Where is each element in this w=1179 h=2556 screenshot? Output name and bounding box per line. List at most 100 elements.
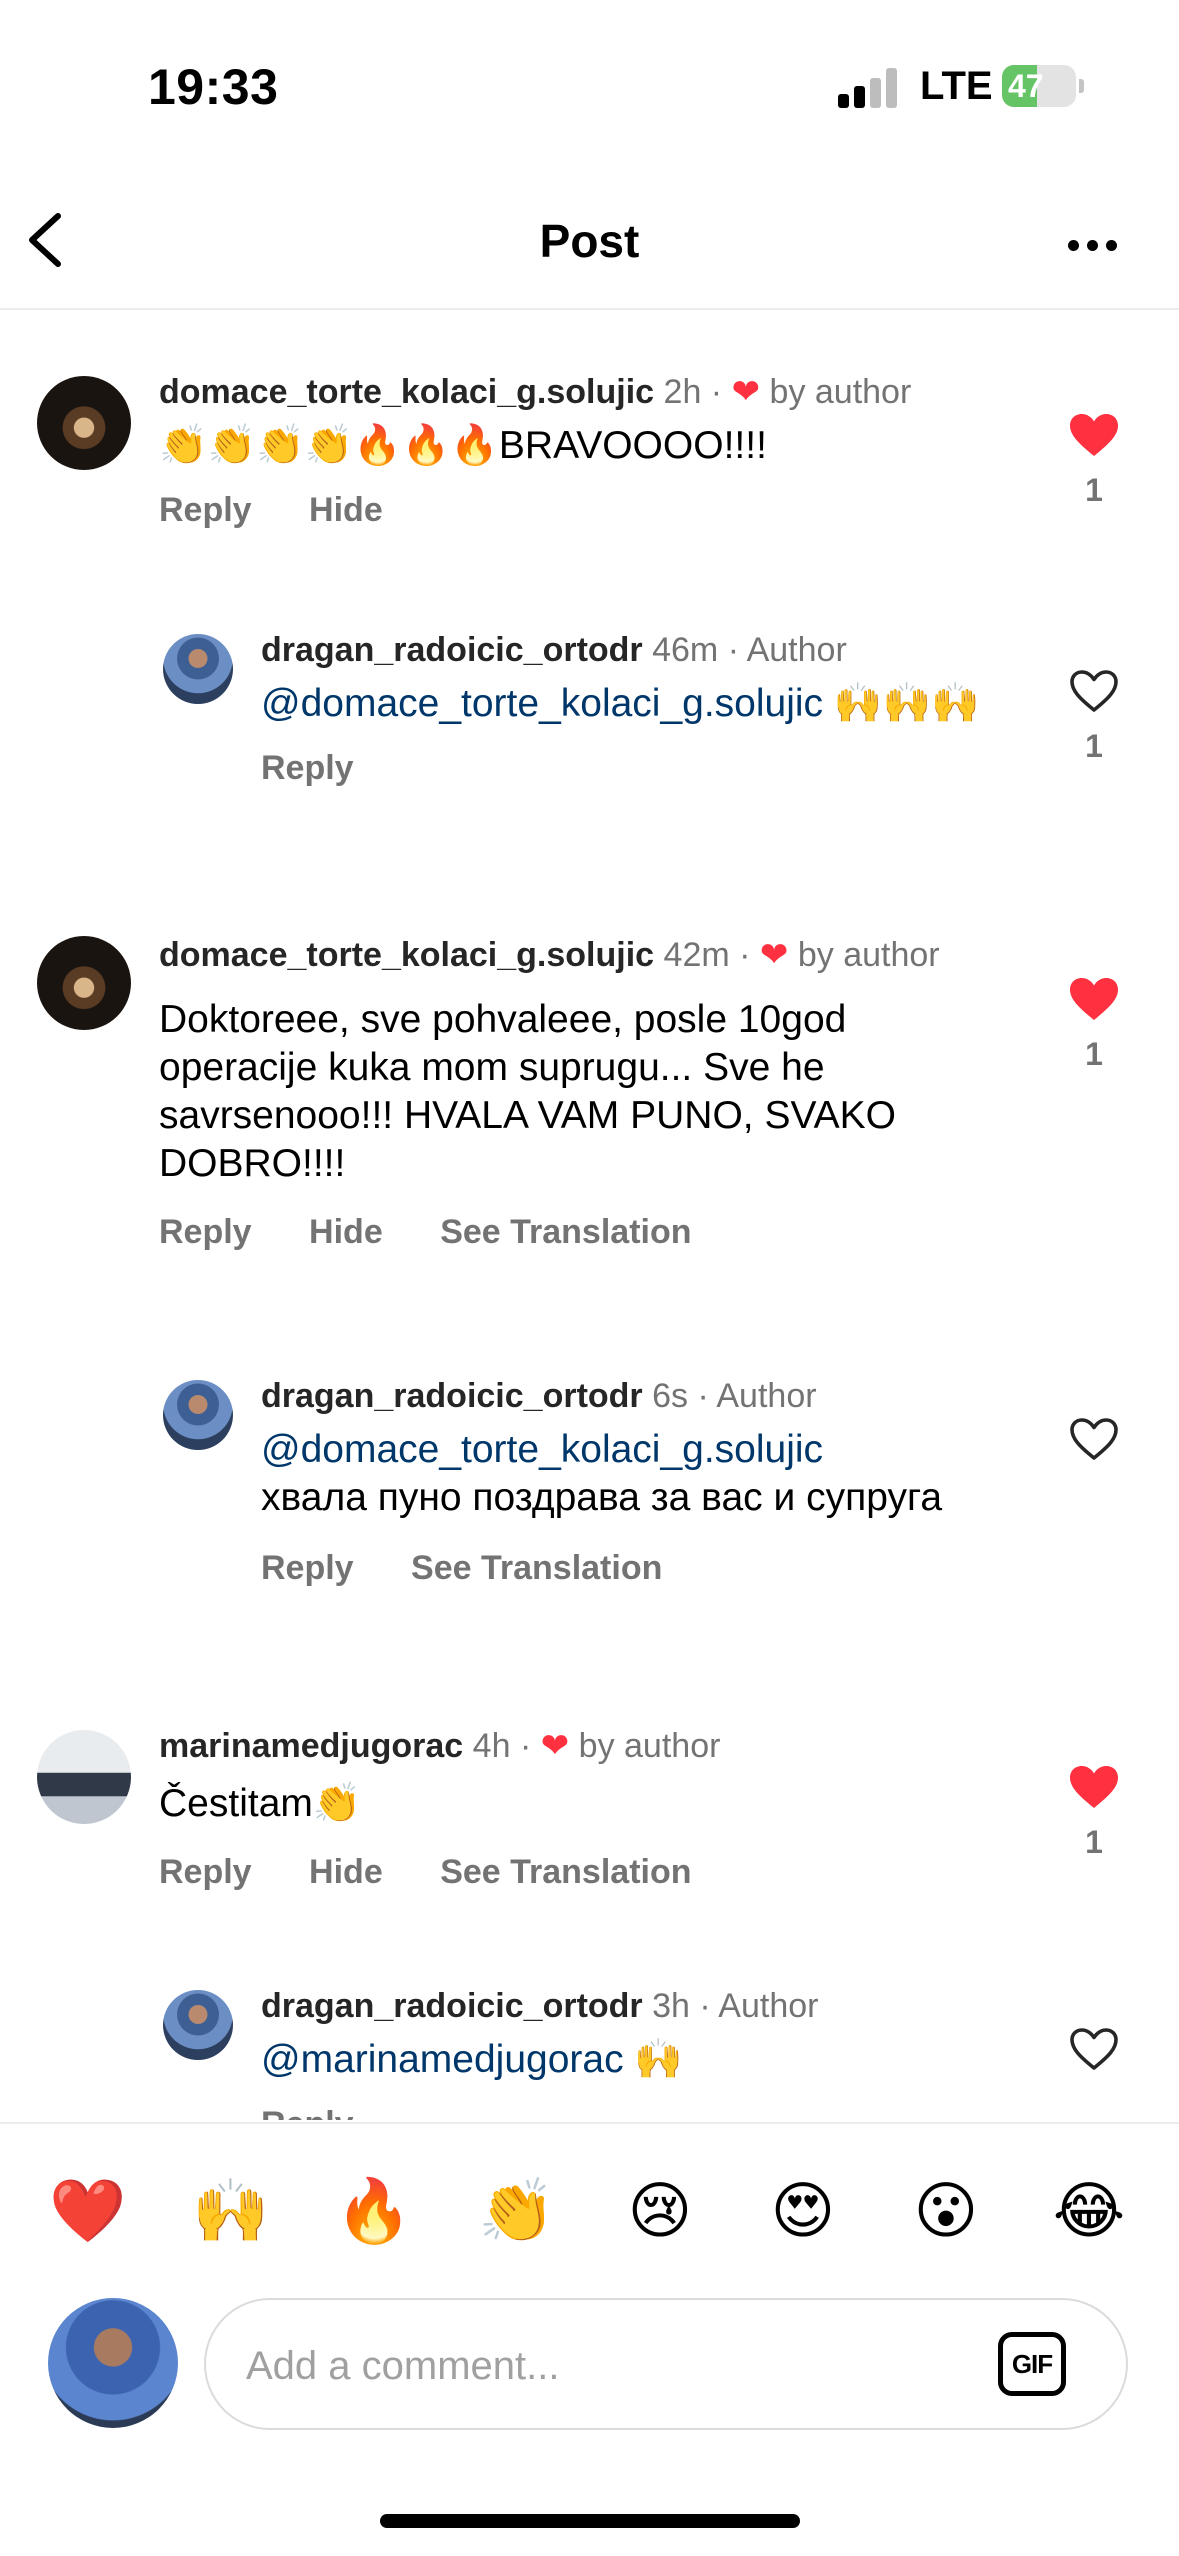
emoji-fire-button[interactable]: 🔥 — [334, 2172, 414, 2252]
home-indicator[interactable] — [380, 2514, 800, 2528]
comment-meta: domace_torte_kolaci_g.solujic 2h · ❤ by … — [159, 373, 912, 411]
mention-link[interactable]: @domace_torte_kolaci_g.solujic — [261, 682, 823, 725]
comments-list[interactable]: domace_torte_kolaci_g.solujic 2h · ❤ by … — [0, 312, 1179, 2120]
mention-link[interactable]: @domace_torte_kolaci_g.solujic — [261, 1428, 823, 1471]
emoji-laughing-button[interactable]: 😂 — [1049, 2172, 1129, 2252]
quick-reaction-bar: ❤️ 🙌 🔥 👏 😢 😍 😮 😂 — [0, 2122, 1179, 2282]
cellular-signal-icon — [838, 68, 900, 108]
comment-time: 6s — [652, 1377, 689, 1415]
liked-by-author-label: by author — [769, 373, 912, 411]
emoji-crying-button[interactable]: 😢 — [620, 2172, 700, 2252]
comment-emoji-text: 🙌🙌🙌 — [823, 682, 980, 725]
gif-button[interactable]: GIF — [998, 2332, 1066, 2396]
comment-meta: domace_torte_kolaci_g.solujic 42m · ❤ by… — [159, 936, 940, 974]
comment-actions: Reply — [261, 744, 981, 792]
emoji-surprised-button[interactable]: 😮 — [906, 2172, 986, 2252]
liked-by-author-icon: ❤ — [540, 1727, 570, 1765]
comment-text: Doktoreee, sve pohvaleee, posle 10god op… — [159, 998, 896, 1185]
avatar[interactable] — [163, 1380, 233, 1450]
comment-input-placeholder: Add a comment... — [246, 2344, 560, 2388]
more-horizontal-icon[interactable] — [1068, 240, 1118, 252]
like-control[interactable]: 1 — [1066, 976, 1122, 1073]
like-count: 1 — [1085, 472, 1103, 508]
comment-emoji-text: 🙌 — [623, 2038, 683, 2081]
comment-input[interactable]: Add a comment... GIF — [204, 2298, 1128, 2430]
reply-button[interactable]: Reply — [261, 1549, 354, 1587]
avatar[interactable] — [37, 936, 131, 1030]
comment-username[interactable]: dragan_radoicic_ortodr — [261, 1987, 643, 2025]
emoji-heart-button[interactable]: ❤️ — [48, 2172, 128, 2252]
status-time: 19:33 — [148, 59, 279, 115]
liked-by-author-label: by author — [578, 1727, 721, 1765]
comment-time: 4h — [472, 1727, 511, 1765]
current-user-avatar — [48, 2298, 178, 2428]
heart-filled-icon[interactable] — [1068, 412, 1120, 458]
mention-link[interactable]: @marinamedjugorac — [261, 2038, 624, 2081]
comment-body-text: хвала пуно поздрава за вас и супруга — [261, 1476, 943, 1519]
heart-filled-icon[interactable] — [1068, 976, 1120, 1022]
status-bar: 19:33 LTE 47 — [0, 0, 1179, 150]
comment-time: 46m — [652, 631, 719, 669]
battery-level: 47 — [1008, 68, 1044, 104]
reply-button[interactable]: Reply — [159, 491, 252, 529]
like-count: 1 — [1085, 1036, 1103, 1072]
post-header: Post — [0, 170, 1179, 310]
comment-composer: Add a comment... GIF — [0, 2282, 1179, 2462]
reply-button[interactable]: Reply — [261, 2105, 354, 2120]
network-type: LTE — [920, 64, 993, 108]
author-label: Author — [716, 1377, 817, 1415]
liked-by-author-label: by author — [797, 936, 940, 974]
comment-actions: Reply Hide See Translation — [159, 1848, 1039, 1896]
comment-meta: dragan_radoicic_ortodr 6s · Author — [261, 1377, 817, 1415]
comment-actions: Reply Hide See Translation — [159, 1208, 979, 1256]
comment-time: 3h — [652, 1987, 690, 2025]
emoji-raised-hands-button[interactable]: 🙌 — [191, 2172, 271, 2252]
liked-by-author-icon: ❤ — [759, 936, 789, 974]
see-translation-button[interactable]: See Translation — [411, 1549, 662, 1587]
comment-time: 42m — [663, 936, 730, 974]
see-translation-button[interactable]: See Translation — [440, 1853, 691, 1891]
reply-button[interactable]: Reply — [261, 749, 354, 787]
heart-outline-icon[interactable] — [1068, 2026, 1120, 2072]
comment-username[interactable]: domace_torte_kolaci_g.solujic — [159, 373, 654, 411]
hide-button[interactable]: Hide — [309, 491, 383, 529]
comment-actions: Reply Hide — [159, 486, 1039, 534]
comment-meta: dragan_radoicic_ortodr 46m · Author — [261, 631, 847, 669]
avatar[interactable] — [163, 634, 233, 704]
comment-text: 👏👏👏👏🔥🔥🔥BRAVOOOO!!!! — [159, 424, 767, 467]
author-label: Author — [746, 631, 847, 669]
heart-outline-icon[interactable] — [1068, 1416, 1120, 1462]
like-control[interactable] — [1066, 1416, 1122, 1462]
comment-actions: Reply See Translation — [261, 1544, 981, 1592]
reply-button[interactable]: Reply — [159, 1213, 252, 1251]
hide-button[interactable]: Hide — [309, 1213, 383, 1251]
emoji-heart-eyes-button[interactable]: 😍 — [763, 2172, 843, 2252]
comment-username[interactable]: domace_torte_kolaci_g.solujic — [159, 936, 654, 974]
comment-meta: marinamedjugorac 4h · ❤ by author — [159, 1727, 721, 1765]
comment-text: @marinamedjugorac 🙌 — [261, 2036, 981, 2084]
comment-meta: dragan_radoicic_ortodr 3h · Author — [261, 1987, 819, 2025]
see-translation-button[interactable]: See Translation — [440, 1213, 691, 1251]
avatar[interactable] — [163, 1990, 233, 2060]
heart-outline-icon[interactable] — [1068, 668, 1120, 714]
like-control[interactable]: 1 — [1066, 1764, 1122, 1861]
like-count: 1 — [1085, 728, 1103, 764]
comment-username[interactable]: marinamedjugorac — [159, 1727, 463, 1765]
comment-text: @domace_torte_kolaci_g.solujic 🙌🙌🙌 — [261, 680, 981, 728]
comment-username[interactable]: dragan_radoicic_ortodr — [261, 1377, 643, 1415]
like-count: 1 — [1085, 1824, 1103, 1860]
like-control[interactable] — [1066, 2026, 1122, 2072]
hide-button[interactable]: Hide — [309, 1853, 383, 1891]
reply-button[interactable]: Reply — [159, 1853, 252, 1891]
page-title: Post — [539, 215, 640, 267]
comment-text: @domace_torte_kolaci_g.solujic хвала пун… — [261, 1426, 961, 1522]
like-control[interactable]: 1 — [1066, 668, 1122, 765]
avatar[interactable] — [37, 376, 131, 470]
liked-by-author-icon: ❤ — [731, 373, 761, 411]
avatar[interactable] — [37, 1730, 131, 1824]
comment-username[interactable]: dragan_radoicic_ortodr — [261, 631, 643, 669]
like-control[interactable]: 1 — [1066, 412, 1122, 509]
emoji-clap-button[interactable]: 👏 — [477, 2172, 557, 2252]
heart-filled-icon[interactable] — [1068, 1764, 1120, 1810]
comment-time: 2h — [663, 373, 702, 411]
